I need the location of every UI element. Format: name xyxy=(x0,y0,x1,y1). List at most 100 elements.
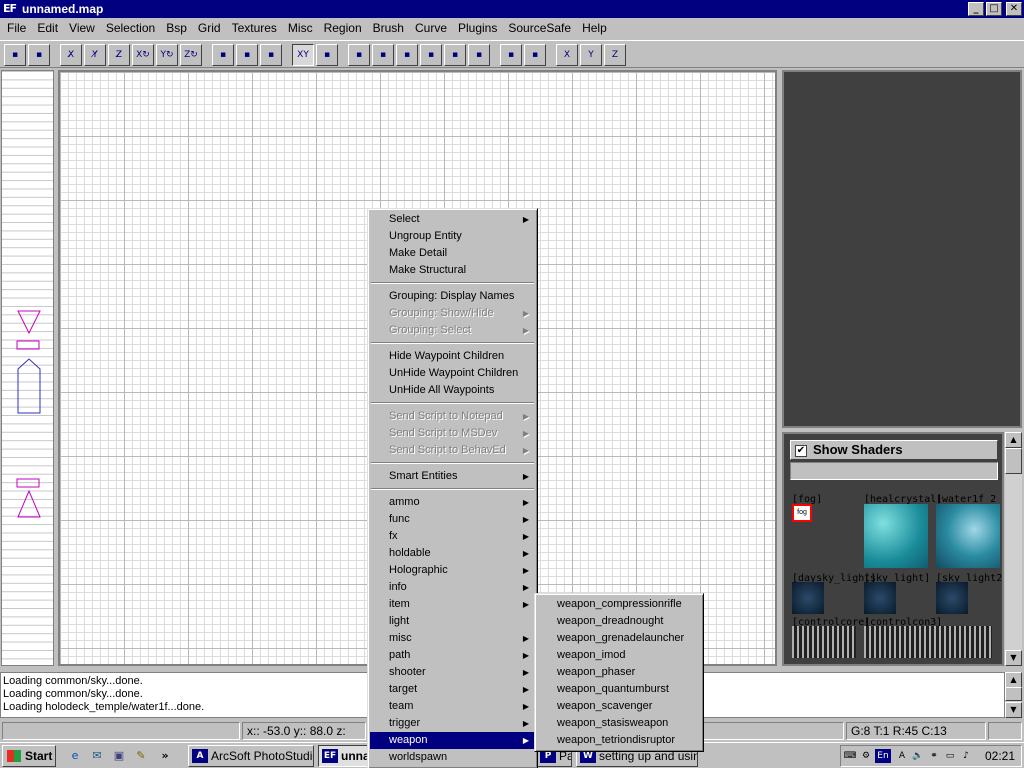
curve-icon[interactable]: ▪ xyxy=(468,44,490,66)
rotate-z-icon[interactable]: Z↻ xyxy=(180,44,202,66)
menu-item-smart-entities[interactable]: Smart Entities ▶ xyxy=(370,468,535,485)
menu-item-path[interactable]: path ▶ xyxy=(370,647,535,664)
scroll-up-icon[interactable]: ▲ xyxy=(1005,672,1022,688)
scroll-thumb[interactable] xyxy=(1005,687,1022,701)
menu-item-select[interactable]: Select ▶ xyxy=(370,211,535,228)
texture-sky-light2-thumb[interactable] xyxy=(936,582,968,614)
menu-grid[interactable]: Grid xyxy=(193,18,227,38)
menu-item-send-script-to-behaved[interactable]: Send Script to BehavEd ▶ xyxy=(370,442,535,459)
clipper-icon[interactable]: ▪ xyxy=(348,44,370,66)
menu-misc[interactable]: Misc xyxy=(283,18,319,38)
menu-item-grouping-display-names[interactable]: Grouping: Display Names xyxy=(370,288,535,305)
scroll-thumb[interactable] xyxy=(1005,448,1022,474)
x-axis-icon[interactable]: X xyxy=(556,44,578,66)
select-touching-icon[interactable]: ▪ xyxy=(260,44,282,66)
texture-controlcon3-thumb[interactable] xyxy=(864,626,992,658)
submenu-item-weapon-dreadnought[interactable]: weapon_dreadnought xyxy=(537,613,701,630)
menu-item-make-detail[interactable]: Make Detail xyxy=(370,245,535,262)
desktop-icon[interactable]: ▣ xyxy=(110,747,128,765)
menu-item-unhide-all-waypoints[interactable]: UnHide All Waypoints xyxy=(370,382,535,399)
submenu-item-weapon-stasisweapon[interactable]: weapon_stasisweapon xyxy=(537,715,701,732)
rotate-y-icon[interactable]: Y↻ xyxy=(156,44,178,66)
start-button[interactable]: Start xyxy=(2,745,56,767)
menu-item-send-script-to-notepad[interactable]: Send Script to Notepad ▶ xyxy=(370,408,535,425)
show-shaders-toggle[interactable]: ✔ Show Shaders xyxy=(790,440,998,460)
menu-region[interactable]: Region xyxy=(319,18,368,38)
menu-item-target[interactable]: target ▶ xyxy=(370,681,535,698)
menu-file[interactable]: File xyxy=(2,18,32,38)
menu-item-worldspawn[interactable]: worldspawn xyxy=(370,749,535,766)
scroll-down-icon[interactable]: ▼ xyxy=(1005,702,1022,718)
menu-item-trigger[interactable]: trigger ▶ xyxy=(370,715,535,732)
menu-item-send-script-to-msdev[interactable]: Send Script to MSDev ▶ xyxy=(370,425,535,442)
shader-filter-field[interactable] xyxy=(790,462,998,480)
menu-item-ungroup-entity[interactable]: Ungroup Entity xyxy=(370,228,535,245)
monitor-icon[interactable]: ▭ xyxy=(943,749,957,763)
select-inside-icon[interactable]: ▪ xyxy=(236,44,258,66)
open-icon[interactable]: ▪ xyxy=(4,44,26,66)
scale-icon[interactable]: ▪ xyxy=(524,44,546,66)
link-icon[interactable]: ⚭ xyxy=(927,749,941,763)
texture-controlcore-thumb[interactable] xyxy=(792,626,856,658)
speaker-icon[interactable]: ♪ xyxy=(959,749,973,763)
submenu-item-weapon-compressionrifle[interactable]: weapon_compressionrifle xyxy=(537,596,701,613)
z-axis-icon[interactable]: Z xyxy=(604,44,626,66)
menu-item-make-structural[interactable]: Make Structural xyxy=(370,262,535,279)
menu-item-light[interactable]: light xyxy=(370,613,535,630)
ie-icon[interactable]: e xyxy=(66,747,84,765)
camera-view[interactable] xyxy=(782,70,1022,428)
menu-textures[interactable]: Textures xyxy=(227,18,283,38)
menu-edit[interactable]: Edit xyxy=(32,18,64,38)
camera-icon[interactable]: ▪ xyxy=(500,44,522,66)
show-entities-icon[interactable]: ▪ xyxy=(444,44,466,66)
taskbar-ef-radiant[interactable]: EFunnamed.map xyxy=(318,745,370,767)
language-indicator[interactable]: En xyxy=(875,749,891,763)
scheduler-icon[interactable]: ⚙ xyxy=(859,749,873,763)
menu-item-holographic[interactable]: Holographic ▶ xyxy=(370,562,535,579)
menu-item-team[interactable]: team ▶ xyxy=(370,698,535,715)
font-icon[interactable]: A xyxy=(895,749,909,763)
y-axis-icon[interactable]: Y xyxy=(580,44,602,66)
menu-item-holdable[interactable]: holdable ▶ xyxy=(370,545,535,562)
menu-item-func[interactable]: func ▶ xyxy=(370,511,535,528)
submenu-item-weapon-scavenger[interactable]: weapon_scavenger xyxy=(537,698,701,715)
menu-selection[interactable]: Selection xyxy=(101,18,161,38)
texture-browser[interactable]: ✔ Show Shaders [fog] [healcrystal] [wate… xyxy=(782,432,1004,666)
menu-item-grouping-select[interactable]: Grouping: Select ▶ xyxy=(370,322,535,339)
outlook-icon[interactable]: ✉ xyxy=(88,747,106,765)
minimize-button[interactable]: _ xyxy=(968,2,984,16)
close-button[interactable]: ✕ xyxy=(1006,2,1022,16)
menu-plugins[interactable]: Plugins xyxy=(453,18,503,38)
menu-brush[interactable]: Brush xyxy=(368,18,410,38)
maximize-button[interactable]: □ xyxy=(986,2,1002,16)
save-icon[interactable]: ▪ xyxy=(28,44,50,66)
patch-icon[interactable]: ▪ xyxy=(420,44,442,66)
texture-water-thumb[interactable] xyxy=(936,504,1000,568)
menu-bsp[interactable]: Bsp xyxy=(161,18,193,38)
submenu-item-weapon-grenadelauncher[interactable]: weapon_grenadelauncher xyxy=(537,630,701,647)
texture-lock-icon[interactable]: ▪ xyxy=(316,44,338,66)
console-scrollbar[interactable]: ▲ ▼ xyxy=(1005,672,1022,718)
quick-launch-more-icon[interactable]: » xyxy=(156,747,174,765)
texture-daysky-thumb[interactable] xyxy=(792,582,824,614)
rotate-x-icon[interactable]: X↻ xyxy=(132,44,154,66)
flip-y-icon[interactable]: Y̸ xyxy=(84,44,106,66)
menu-item-shooter[interactable]: shooter ▶ xyxy=(370,664,535,681)
taskbar-photostudio[interactable]: A ArcSoft PhotoStudio xyxy=(188,745,314,767)
show-shaders-checkbox[interactable]: ✔ xyxy=(795,445,807,457)
menu-item-ammo[interactable]: ammo ▶ xyxy=(370,494,535,511)
menu-item-fx[interactable]: fx ▶ xyxy=(370,528,535,545)
view-change-icon[interactable]: XY xyxy=(292,44,314,66)
submenu-item-weapon-phaser[interactable]: weapon_phaser xyxy=(537,664,701,681)
menu-sourcesafe[interactable]: SourceSafe xyxy=(503,18,577,38)
submenu-item-weapon-quantumburst[interactable]: weapon_quantumburst xyxy=(537,681,701,698)
flip-z-icon[interactable]: Z̸ xyxy=(108,44,130,66)
flip-x-icon[interactable]: X̸ xyxy=(60,44,82,66)
vertex-icon[interactable]: ▪ xyxy=(396,44,418,66)
menu-item-unhide-waypoint-children[interactable]: UnHide Waypoint Children xyxy=(370,365,535,382)
menu-help[interactable]: Help xyxy=(577,18,613,38)
menu-item-weapon[interactable]: weapon ▶ xyxy=(370,732,535,749)
texture-healcrystal-thumb[interactable] xyxy=(864,504,928,568)
submenu-item-weapon-tetriondisruptor[interactable]: weapon_tetriondisruptor xyxy=(537,732,701,749)
menu-item-misc[interactable]: misc ▶ xyxy=(370,630,535,647)
